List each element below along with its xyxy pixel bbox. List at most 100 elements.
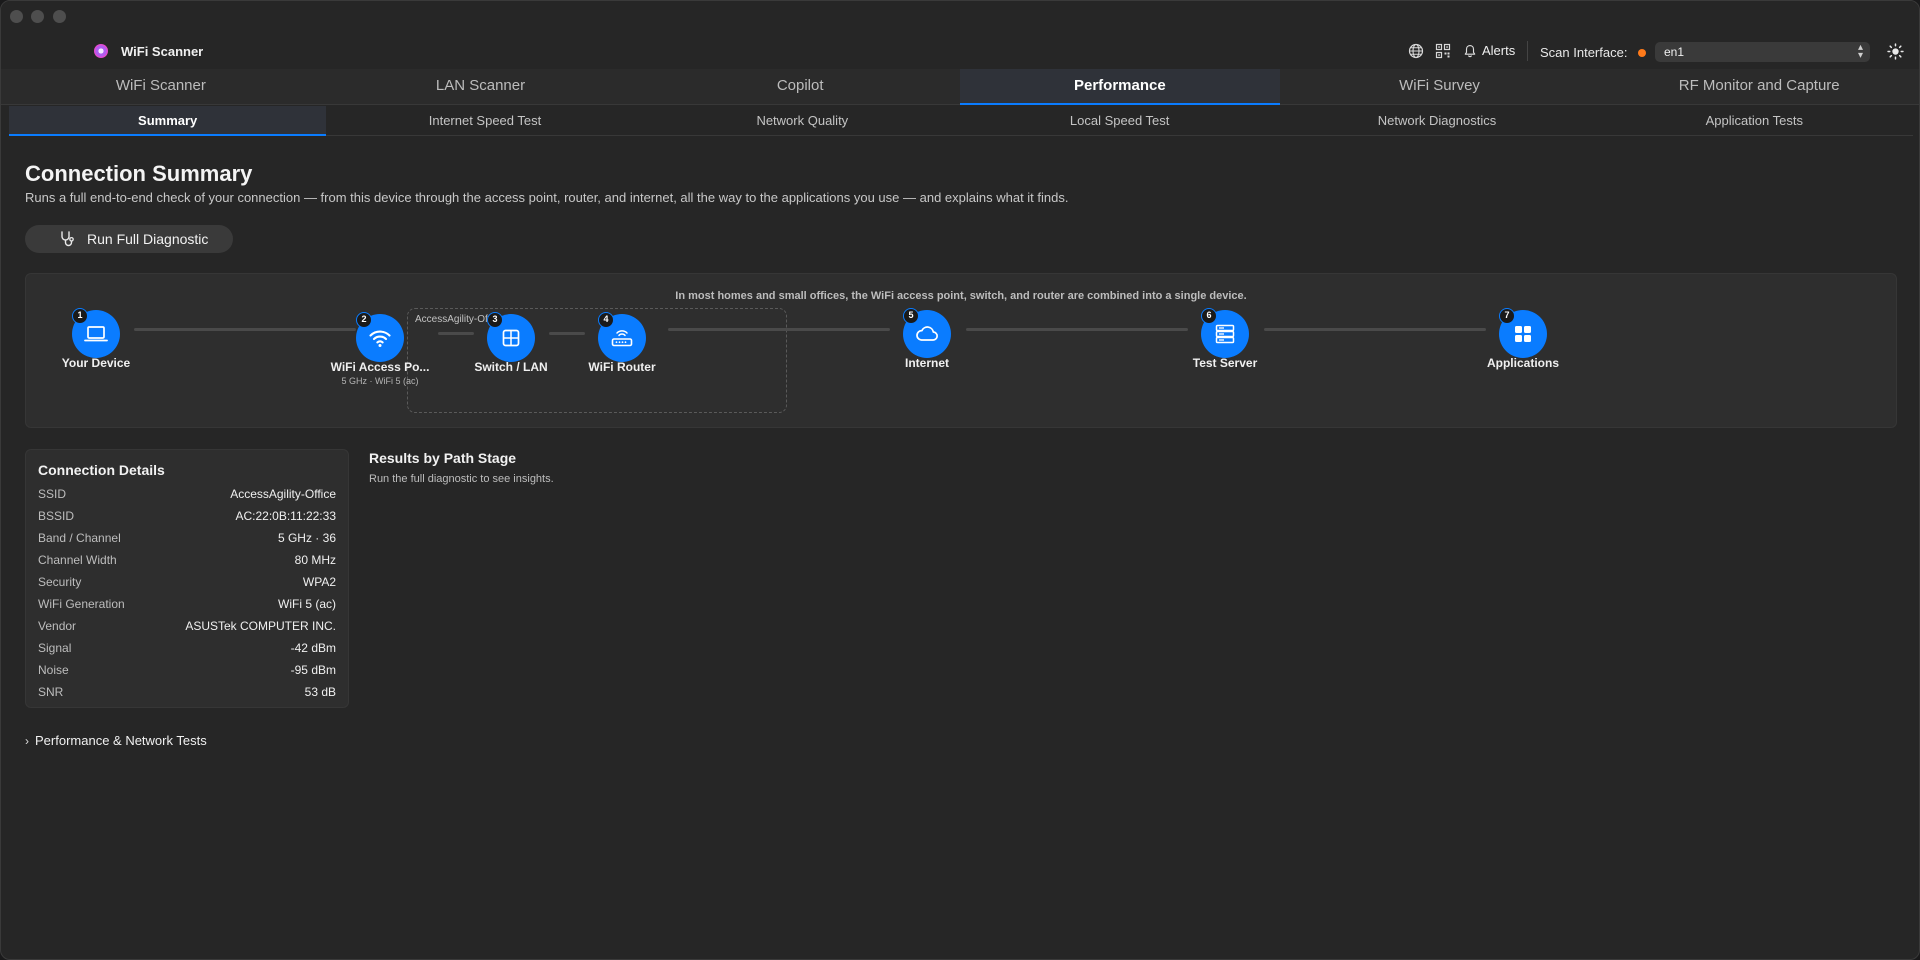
detail-value: 5 GHz · 36 [277,531,336,545]
path-connector [966,328,1188,331]
subtab-local-speed-test[interactable]: Local Speed Test [961,106,1278,135]
detail-value: WiFi 5 (ac) [278,597,336,611]
subtab-internet-speed-test[interactable]: Internet Speed Test [326,106,643,135]
detail-key: Security [38,575,82,589]
detail-row: Noise -95 dBm [38,659,336,681]
up-down-chevron-icon: ▴ ▾ [1857,42,1863,61]
alerts-label: Alerts [1482,43,1516,58]
main-tab-bar: WiFi Scanner LAN Scanner Copilot Perform… [1,69,1919,105]
minimize-window-button[interactable] [31,10,44,23]
node-step-badge: 5 [903,308,919,324]
title-bar: WiFi Scanner Alerts Scan Interface: en1 … [1,1,1919,69]
tab-rf-monitor[interactable]: RF Monitor and Capture [1599,69,1919,104]
detail-row: BSSID AC:22:0B:11:22:33 [38,505,336,527]
bell-icon [1464,44,1476,57]
router-icon [611,330,633,347]
globe-icon[interactable] [1408,43,1424,59]
run-button-label: Run Full Diagnostic [87,231,209,247]
node-step-badge: 2 [356,312,372,328]
detail-key: Vendor [38,619,77,633]
detail-value: 80 MHz [294,553,336,567]
performance-tests-disclosure[interactable]: › Performance & Network Tests [25,733,207,748]
detail-key: SNR [38,685,64,699]
node-label: Test Server [1192,356,1258,370]
connection-details-card: Connection Details SSID AccessAgility-Off… [25,449,349,708]
tab-wifi-scanner[interactable]: WiFi Scanner [1,69,321,104]
detail-value: -42 dBm [290,641,336,655]
app-window: WiFi Scanner Alerts Scan Interface: en1 … [0,0,1920,960]
node-step-badge: 1 [72,308,88,324]
disclosure-label: Performance & Network Tests [35,733,207,748]
subtab-summary[interactable]: Summary [9,106,327,136]
node-label: Applications [1486,356,1559,370]
detail-row: Channel Width 80 MHz [38,549,336,571]
node-label: WiFi Access Po... [330,360,430,374]
detail-row: Signal -42 dBm [38,637,336,659]
detail-value: AccessAgility-Office [230,487,336,501]
detail-key: BSSID [38,509,75,523]
cloud-icon [916,326,938,341]
scan-interface-value: en1 [1664,45,1685,59]
detail-key: WiFi Generation [38,597,125,611]
subtab-network-quality[interactable]: Network Quality [644,106,961,135]
connection-path-panel: In most homes and small offices, the WiF… [25,273,1897,428]
node-label: Your Device [61,356,131,370]
detail-row: Band / Channel 5 GHz · 36 [38,527,336,549]
qr-code-icon[interactable] [1435,43,1451,59]
laptop-icon [84,326,108,342]
node-step-badge: 7 [1499,308,1515,324]
toolbar-divider [1527,41,1528,61]
scan-interface-label: Scan Interface: [1540,45,1628,60]
stethoscope-icon [61,231,74,247]
page-title: Connection Summary [25,161,253,186]
app-title: WiFi Scanner [121,44,204,59]
results-title: Results by Path Stage [369,450,517,466]
results-empty-text: Run the full diagnostic to see insights. [369,473,554,485]
detail-value: ASUSTek COMPUTER INC. [185,619,336,633]
detail-key: Channel Width [38,553,117,567]
server-icon [1215,324,1235,344]
node-sublabel: 5 GHz · WiFi 5 (ac) [341,376,419,386]
node-label: Internet [904,356,949,370]
page-subtitle: Runs a full end-to-end check of your con… [25,190,1069,205]
node-label: WiFi Router [588,360,656,374]
wifi-icon [369,330,391,347]
path-connector [438,332,474,335]
detail-key: Signal [38,641,72,655]
close-window-button[interactable] [10,10,23,23]
detail-row: SSID AccessAgility-Office [38,483,336,505]
interface-status-dot [1638,49,1646,57]
tab-performance[interactable]: Performance [960,69,1280,105]
path-connector [549,332,585,335]
detail-row: Vendor ASUSTek COMPUTER INC. [38,615,336,637]
switch-icon [502,329,520,347]
path-connector [1264,328,1486,331]
alerts-button[interactable]: Alerts [1463,43,1515,58]
subtab-application-tests[interactable]: Application Tests [1596,106,1913,135]
sub-tab-bar: Summary Internet Speed Test Network Qual… [9,106,1913,136]
apps-grid-icon [1515,326,1531,342]
detail-key: SSID [38,487,67,501]
detail-key: Noise [38,663,69,677]
app-logo-icon [94,44,108,58]
detail-value: -95 dBm [290,663,336,677]
node-step-badge: 4 [598,312,614,328]
path-connector [668,328,890,331]
tab-copilot[interactable]: Copilot [640,69,960,104]
sun-icon[interactable] [1887,43,1904,60]
detail-value: AC:22:0B:11:22:33 [235,509,336,523]
scan-interface-select[interactable]: en1 ▴ ▾ [1655,42,1870,62]
run-full-diagnostic-button[interactable]: Run Full Diagnostic [25,225,233,253]
node-step-badge: 6 [1201,308,1217,324]
detail-key: Band / Channel [38,531,121,545]
subtab-network-diagnostics[interactable]: Network Diagnostics [1278,106,1595,135]
detail-value: 53 dB [304,685,336,699]
detail-value: WPA2 [302,575,336,589]
detail-row: Security WPA2 [38,571,336,593]
chevron-right-icon: › [25,733,29,748]
tab-wifi-survey[interactable]: WiFi Survey [1280,69,1600,104]
path-connector [134,328,356,331]
tab-lan-scanner[interactable]: LAN Scanner [321,69,641,104]
node-step-badge: 3 [487,312,503,328]
zoom-window-button[interactable] [53,10,66,23]
